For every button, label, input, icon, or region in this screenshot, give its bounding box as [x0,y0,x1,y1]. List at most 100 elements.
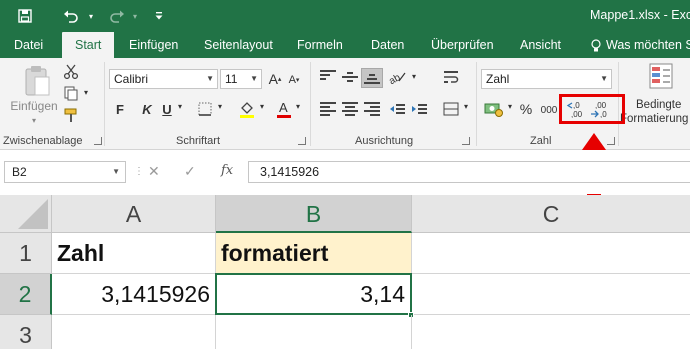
font-size-select[interactable]: 11 ▼ [220,69,262,89]
conditional-formatting-icon[interactable] [648,62,676,92]
align-middle-icon[interactable] [342,72,358,84]
undo-icon[interactable] [60,5,82,27]
font-name-value: Calibri [114,72,149,86]
column-header-b[interactable]: B [216,195,412,233]
font-color-icon[interactable]: A [276,98,292,120]
cell-a1[interactable]: Zahl [52,233,216,274]
paste-icon[interactable] [22,64,52,98]
orientation-icon[interactable]: ab [388,68,408,86]
increase-indent-icon[interactable] [410,100,428,118]
formula-input[interactable]: 3,1415926 [248,161,690,183]
font-launcher-icon[interactable] [298,137,306,145]
cell-b2[interactable]: 3,14 [215,273,412,315]
fill-color-icon[interactable] [238,98,256,120]
tab-einfuegen[interactable]: Einfügen [129,32,178,58]
paste-button[interactable]: Einfügen [8,98,60,114]
merge-dropdown-icon[interactable]: ▾ [462,102,470,111]
insert-function-icon[interactable]: fx [221,163,233,178]
tab-datei[interactable]: Datei [14,32,43,58]
tab-ansicht[interactable]: Ansicht [520,32,561,58]
tab-daten[interactable]: Daten [371,32,404,58]
copy-dropdown-icon[interactable]: ▾ [82,88,90,97]
divider [476,62,477,146]
group-label-number: Zahl [530,135,552,147]
save-icon[interactable] [14,5,36,27]
cell-c1[interactable] [412,233,690,274]
group-label-font: Schriftart [176,135,221,147]
tell-me-search[interactable]: Was möchten Sie [606,32,690,58]
number-format-select[interactable]: Zahl ▼ [481,69,612,89]
cell-b3[interactable] [216,315,412,349]
copy-icon[interactable] [62,84,80,102]
underline-dropdown-icon[interactable]: ▾ [176,102,184,111]
underline-button[interactable]: U [160,100,174,118]
divider [310,62,311,146]
align-right-icon[interactable] [364,102,380,116]
fill-color-dropdown-icon[interactable]: ▾ [258,102,266,111]
customize-quick-access-icon[interactable] [148,5,170,27]
italic-button[interactable]: K [140,100,154,118]
window-title: Mappe1.xlsx - Excel [590,8,690,22]
borders-icon[interactable] [196,100,214,118]
name-box-value: B2 [12,165,27,179]
more-icon: ⋮ [134,166,144,177]
bold-button[interactable]: F [113,100,127,118]
select-all-triangle [18,199,48,229]
cell-c2[interactable] [412,274,690,315]
undo-dropdown-icon[interactable]: ▾ [80,5,102,27]
font-size-value: 11 [225,72,238,86]
divider [104,62,105,146]
alignment-launcher-icon[interactable] [462,137,470,145]
percent-style-button[interactable]: % [519,100,533,118]
tab-ueberpruefen[interactable]: Überprüfen [431,32,494,58]
accounting-dropdown-icon[interactable]: ▾ [506,102,514,111]
align-center-icon[interactable] [342,102,358,116]
accounting-format-icon[interactable] [484,100,504,118]
wrap-text-icon[interactable] [442,68,460,86]
cell-a2[interactable]: 3,1415926 [52,274,216,315]
name-box[interactable]: B2 ▼ [4,161,126,183]
svg-text:A: A [279,100,288,115]
cut-icon[interactable] [62,62,80,80]
column-header-a[interactable]: A [52,195,216,233]
merge-center-icon[interactable] [442,100,460,118]
conditional-formatting-label-1[interactable]: Bedingte [636,98,690,112]
redo-dropdown-icon[interactable]: ▾ [124,5,146,27]
align-bottom-icon[interactable] [361,68,383,88]
format-painter-icon[interactable] [62,106,80,124]
grow-font-icon[interactable]: A ▴ [268,70,282,88]
column-header-c[interactable]: C [412,195,690,233]
comma-style-button[interactable]: 000 [539,102,559,118]
row-header-1[interactable]: 1 [0,233,52,274]
align-left-icon[interactable] [320,102,336,116]
align-top-icon[interactable] [320,70,336,82]
group-label-alignment: Ausrichtung [355,135,414,147]
borders-dropdown-icon[interactable]: ▾ [216,102,224,111]
tab-seitenlayout[interactable]: Seitenlayout [204,32,273,58]
cell-c3[interactable] [412,315,690,349]
orientation-dropdown-icon[interactable]: ▾ [410,72,418,81]
row-header-2[interactable]: 2 [0,274,52,315]
paste-dropdown-icon[interactable]: ▾ [26,116,42,125]
font-color-dropdown-icon[interactable]: ▾ [294,102,302,111]
shrink-font-icon[interactable]: A ▾ [287,72,301,88]
cell-b1[interactable]: formatiert [216,233,412,274]
highlight-box [559,94,625,124]
tab-start[interactable]: Start [62,32,115,58]
title-bar: ▾ ▾ Mappe1.xlsx - Excel [0,0,690,32]
cancel-icon[interactable]: ✕ [148,163,160,180]
font-name-select[interactable]: Calibri ▼ [109,69,218,89]
select-all-corner[interactable] [0,195,52,233]
chevron-down-icon: ▼ [600,74,608,83]
number-format-value: Zahl [486,72,510,86]
decrease-indent-icon[interactable] [388,100,406,118]
clipboard-launcher-icon[interactable] [94,137,102,145]
cell-a3[interactable] [52,315,216,349]
ribbon-tabs: Datei Start Einfügen Seitenlayout Formel… [0,32,690,58]
enter-icon[interactable]: ✓ [184,163,196,180]
row-header-3[interactable]: 3 [0,315,52,349]
chevron-down-icon: ▼ [206,74,214,83]
lightbulb-icon [590,32,602,58]
conditional-formatting-label-2[interactable]: Formatierung [620,112,690,126]
tab-formeln[interactable]: Formeln [297,32,343,58]
